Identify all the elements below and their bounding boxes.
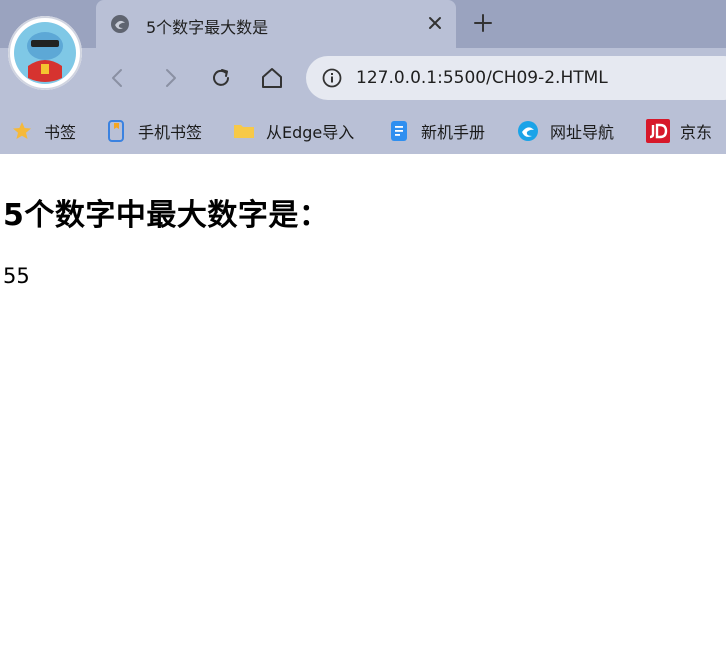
bookmark-label: 京东 xyxy=(680,123,713,142)
edge-page-icon xyxy=(110,14,130,34)
bookmark-label: 书签 xyxy=(44,123,77,142)
page-content: 5个数字中最大数字是： 55 xyxy=(0,154,726,657)
back-arrow-icon[interactable] xyxy=(104,64,132,92)
close-icon[interactable] xyxy=(424,12,446,34)
bookmark-item[interactable]: 网址导航 xyxy=(516,116,614,146)
forward-arrow-icon[interactable] xyxy=(156,64,184,92)
bookmark-item[interactable]: 新机手册 xyxy=(387,116,485,146)
bookmark-item[interactable]: 从Edge导入 xyxy=(232,116,354,146)
jd-icon xyxy=(646,119,670,143)
site-info-icon[interactable] xyxy=(322,68,342,88)
bookmark-label: 新机手册 xyxy=(421,123,486,142)
new-tab-plus-icon[interactable] xyxy=(472,12,494,34)
max-number-result: 55 xyxy=(3,264,30,288)
bookmark-label: 从Edge导入 xyxy=(266,123,355,142)
browser-chrome: 5个数字最大数是 127.0.0.1:5500/CH09-2.HTML 书签 手… xyxy=(0,0,726,154)
tab-title: 5个数字最大数是 xyxy=(146,18,269,37)
phone-bookmark-icon xyxy=(104,119,128,143)
bookmark-item[interactable]: 书签 xyxy=(10,116,76,146)
folder-icon xyxy=(232,119,256,143)
bookmark-label: 网址导航 xyxy=(550,123,615,142)
bookmark-label: 手机书签 xyxy=(138,123,203,142)
active-tab[interactable]: 5个数字最大数是 xyxy=(96,0,456,48)
document-icon xyxy=(387,119,411,143)
bookmarks-bar: 书签 手机书签 从Edge导入 新机手册 网址导航 京东 xyxy=(0,110,726,150)
address-bar[interactable]: 127.0.0.1:5500/CH09-2.HTML xyxy=(306,56,726,100)
refresh-icon[interactable] xyxy=(207,64,235,92)
home-icon[interactable] xyxy=(258,64,286,92)
edge-icon xyxy=(516,119,540,143)
bookmark-item[interactable]: 手机书签 xyxy=(104,116,202,146)
page-heading: 5个数字中最大数字是： xyxy=(3,198,330,233)
profile-avatar[interactable] xyxy=(8,16,82,90)
bookmark-item[interactable]: 京东 xyxy=(646,116,712,146)
url-text: 127.0.0.1:5500/CH09-2.HTML xyxy=(356,68,608,88)
star-icon xyxy=(10,119,34,143)
